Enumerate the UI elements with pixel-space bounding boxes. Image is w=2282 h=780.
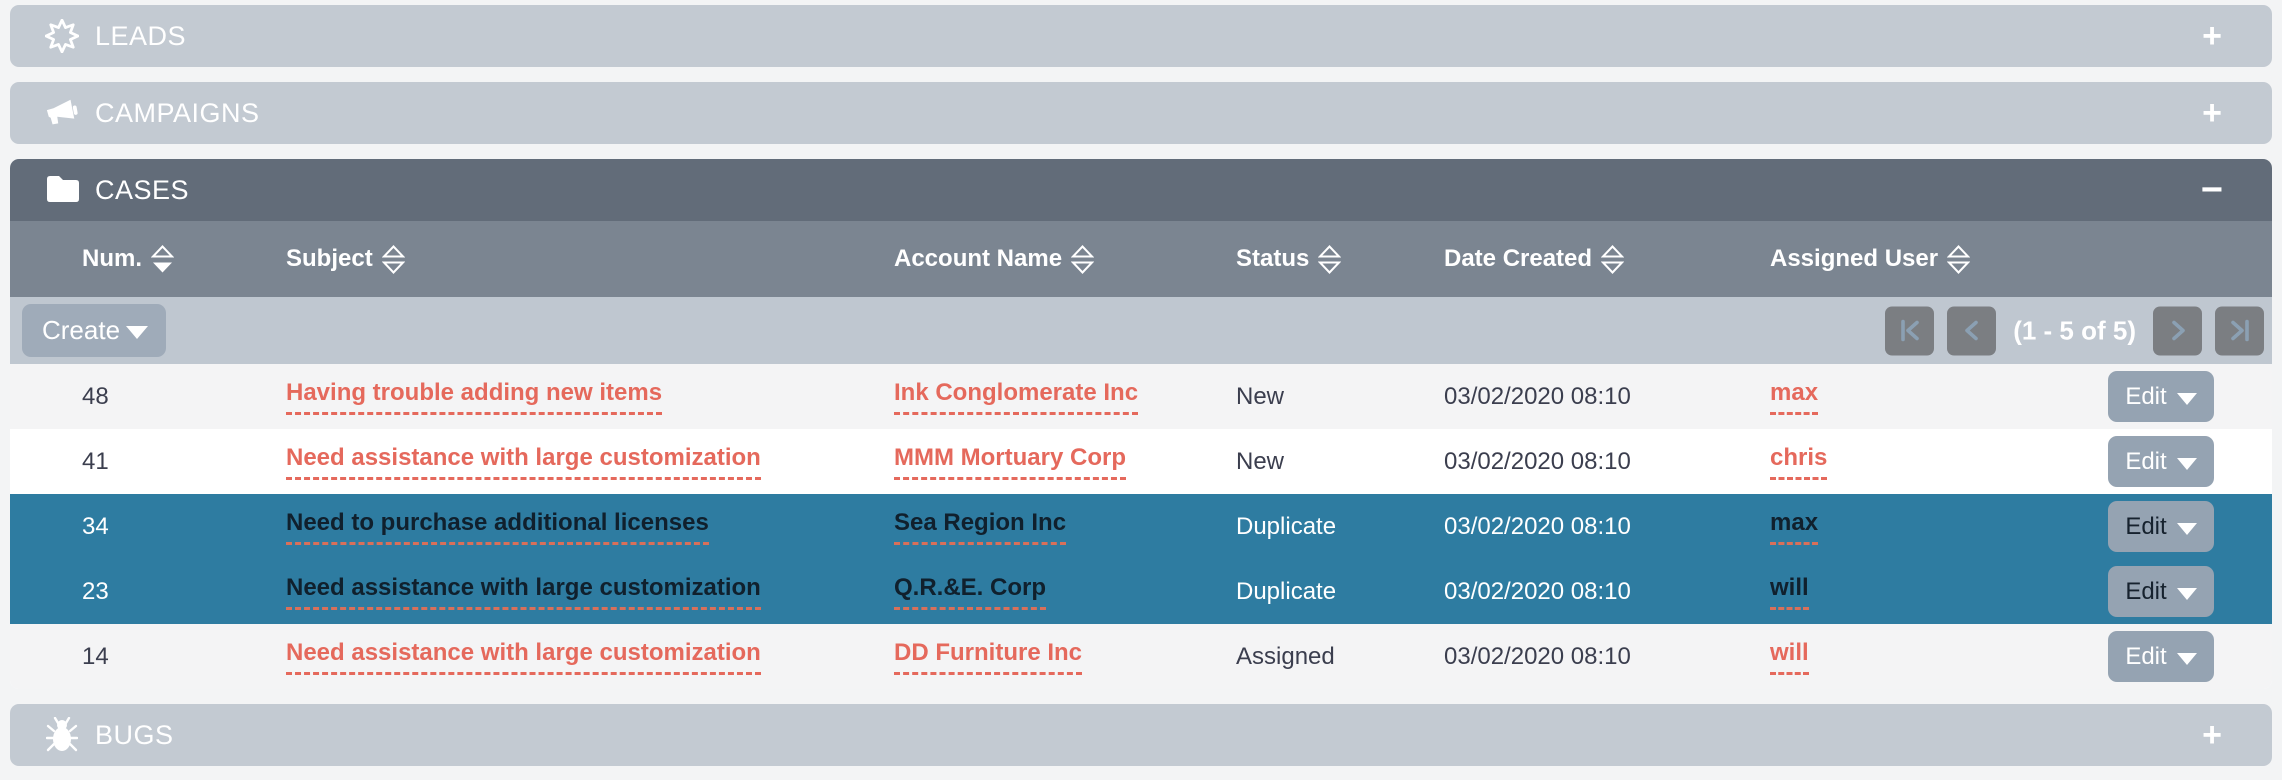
case-number: 41 [82,447,109,475]
edit-button[interactable]: Edit [2108,631,2214,682]
chevron-down-icon [2176,587,2197,600]
assigned-user-link[interactable]: chris [1770,444,1828,480]
table-row-selected[interactable]: 34 Need to purchase additional licenses … [10,494,2272,559]
pagination-count: (1 - 5 of 5) [2013,315,2136,345]
previous-page-button[interactable] [1947,306,1997,355]
case-subject-link[interactable]: Need to purchase additional licenses [286,509,709,545]
assigned-user-link[interactable]: max [1770,379,1819,415]
table-row[interactable]: 14 Need assistance with large customizat… [10,624,2272,689]
sort-icon [381,244,405,274]
case-status: Duplicate [1236,577,1337,605]
megaphone-icon [45,96,79,130]
case-number: 23 [82,577,109,605]
case-date-created: 03/02/2020 08:10 [1444,382,1631,410]
case-subject-link[interactable]: Need assistance with large customization [286,444,761,480]
account-name-link[interactable]: Ink Conglomerate Inc [894,379,1139,415]
chevron-down-icon [2176,652,2197,665]
column-header-assigned-user[interactable]: Assigned User [1770,244,2100,274]
column-header-num[interactable]: Num. [10,244,278,274]
case-date-created: 03/02/2020 08:10 [1444,577,1631,605]
sort-icon [1318,244,1342,274]
cases-header[interactable]: CASES − [10,159,2272,221]
column-header-date-created[interactable]: Date Created [1444,244,1770,274]
pagination: (1 - 5 of 5) [1885,306,2264,355]
account-name-link[interactable]: Sea Region Inc [894,509,1067,545]
sort-icon [1601,244,1625,274]
plus-icon[interactable]: + [2192,96,2232,130]
case-subject-link[interactable]: Need assistance with large customization [286,639,761,675]
next-page-button[interactable] [2153,306,2202,355]
assigned-user-link[interactable]: will [1770,639,1809,675]
edit-button[interactable]: Edit [2108,371,2214,422]
first-page-button[interactable] [1885,306,1935,355]
case-subject-link[interactable]: Having trouble adding new items [286,379,663,415]
panel-cases: CASES − Num. Subject Account Name Status… [10,159,2272,689]
column-header-account-name[interactable]: Account Name [884,244,1234,274]
cases-toolbar: Create (1 - 5 of 5) [10,297,2272,364]
minus-icon[interactable]: − [2192,171,2232,209]
edit-button[interactable]: Edit [2108,436,2214,487]
panel-bugs-title: BUGS [95,719,174,750]
sort-icon [1947,244,1971,274]
case-number: 48 [82,382,109,410]
account-name-link[interactable]: MMM Mortuary Corp [894,444,1126,480]
case-date-created: 03/02/2020 08:10 [1444,447,1631,475]
sort-icon [151,244,174,274]
edit-button[interactable]: Edit [2108,501,2214,552]
plus-icon[interactable]: + [2192,718,2232,752]
cases-column-header-row: Num. Subject Account Name Status Date Cr… [10,221,2272,297]
case-date-created: 03/02/2020 08:10 [1444,512,1631,540]
case-status: Duplicate [1236,512,1337,540]
panel-leads-title: LEADS [95,20,187,51]
folder-icon [45,173,79,208]
case-date-created: 03/02/2020 08:10 [1444,642,1631,670]
panel-campaigns[interactable]: CAMPAIGNS + [10,82,2272,144]
table-row[interactable]: 48 Having trouble adding new items Ink C… [10,364,2272,429]
case-number: 34 [82,512,109,540]
account-name-link[interactable]: DD Furniture Inc [894,639,1083,675]
chevron-down-icon [126,326,149,339]
star-burst-icon [45,19,79,53]
column-header-subject[interactable]: Subject [278,244,884,274]
case-status: New [1236,447,1285,475]
case-status: New [1236,382,1285,410]
panel-campaigns-title: CAMPAIGNS [95,97,260,128]
chevron-down-icon [2176,522,2197,535]
case-status: Assigned [1236,642,1335,670]
panel-bugs[interactable]: BUGS + [10,704,2272,766]
table-row-selected[interactable]: 23 Need assistance with large customizat… [10,559,2272,624]
assigned-user-link[interactable]: will [1770,574,1809,610]
plus-icon[interactable]: + [2192,19,2232,53]
table-row[interactable]: 41 Need assistance with large customizat… [10,429,2272,494]
edit-button[interactable]: Edit [2108,566,2214,617]
case-number: 14 [82,642,109,670]
panel-cases-title: CASES [95,174,190,205]
account-name-link[interactable]: Q.R.&E. Corp [894,574,1047,610]
chevron-down-icon [2176,457,2197,470]
create-button[interactable]: Create [22,304,167,357]
column-header-status[interactable]: Status [1234,244,1444,274]
last-page-button[interactable] [2215,306,2264,355]
panel-leads[interactable]: LEADS + [10,5,2272,67]
chevron-down-icon [2176,392,2197,405]
assigned-user-link[interactable]: max [1770,509,1819,545]
sort-icon [1071,244,1095,274]
case-subject-link[interactable]: Need assistance with large customization [286,574,761,610]
bug-icon [45,717,79,752]
